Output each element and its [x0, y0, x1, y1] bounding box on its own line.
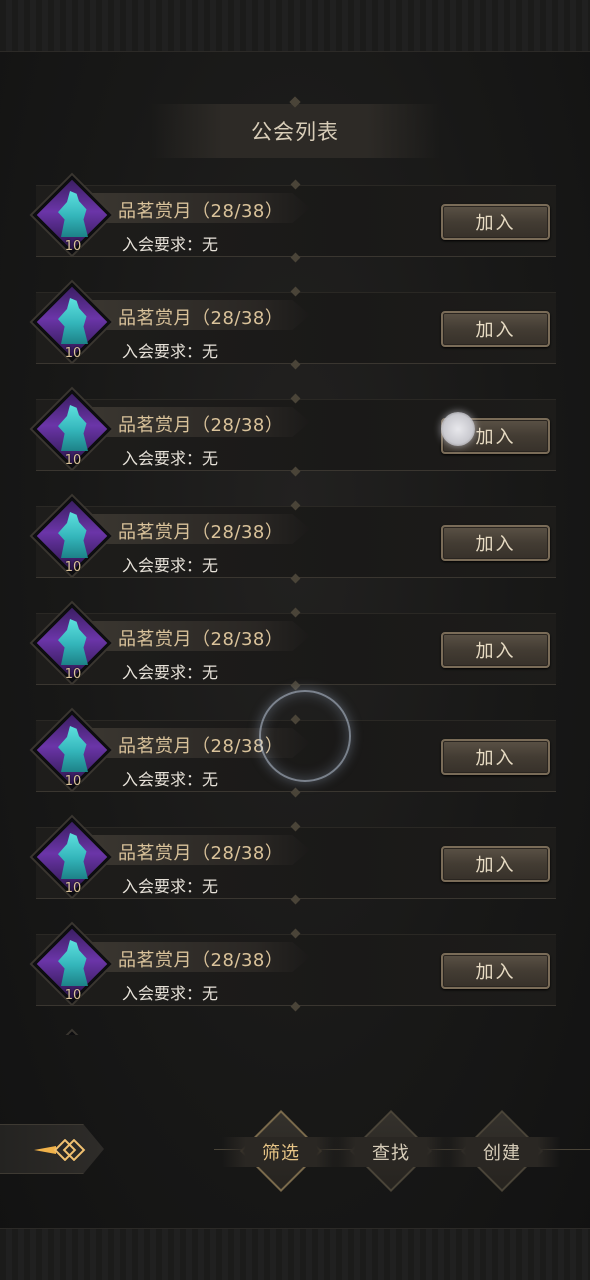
guild-name: 品茗赏月（28/38）: [118, 308, 284, 329]
guild-row: 10 品茗赏月（28/38） 入会要求：无 加入: [0, 496, 590, 611]
arrow-left-diamond-icon: [34, 1139, 86, 1161]
guild-level: 10: [64, 667, 82, 682]
touch-ripple-effect: [259, 690, 351, 782]
guild-level: 10: [64, 453, 82, 468]
filter-button-label: 筛选: [222, 1137, 340, 1167]
page-title: 公会列表: [251, 120, 339, 144]
search-button[interactable]: 查找: [332, 1109, 450, 1193]
title-banner: 公会列表: [150, 104, 440, 158]
guild-name: 品茗赏月（28/38）: [118, 629, 284, 650]
guild-row: 10 品茗赏月（28/38） 入会要求：无 加入: [0, 282, 590, 397]
join-button[interactable]: 加入: [441, 525, 550, 561]
guild-emblem: 10: [32, 496, 112, 576]
guild-requirement: 入会要求：无: [122, 342, 219, 361]
create-button-label: 创建: [443, 1137, 561, 1167]
guild-list[interactable]: 10 品茗赏月（28/38） 入会要求：无 加入 10 品茗赏月（28/38） 入会要求：无…: [0, 160, 590, 1035]
guild-emblem: 10: [32, 603, 112, 683]
guild-level: 10: [64, 988, 82, 1003]
guild-name: 品茗赏月（28/38）: [118, 950, 284, 971]
guild-requirement: 入会要求：无: [122, 984, 219, 1003]
top-ornament-border: [0, 0, 590, 52]
guild-name: 品茗赏月（28/38）: [118, 415, 284, 436]
join-button[interactable]: 加入: [441, 953, 550, 989]
guild-name: 品茗赏月（28/38）: [118, 201, 284, 222]
guild-emblem: 10: [32, 817, 112, 897]
guild-level: 10: [64, 560, 82, 575]
guild-requirement: 入会要求：无: [122, 877, 219, 896]
join-button[interactable]: 加入: [441, 632, 550, 668]
guild-row: 10 品茗赏月（28/38） 入会要求：无 加入: [0, 924, 590, 1035]
guild-level: 10: [64, 881, 82, 896]
guild-name: 品茗赏月（28/38）: [118, 843, 284, 864]
search-button-label: 查找: [332, 1137, 450, 1167]
join-button[interactable]: 加入: [441, 739, 550, 775]
guild-emblem: 10: [32, 710, 112, 790]
bottom-action-bar: 筛选 查找 创建: [0, 1108, 590, 1193]
guild-requirement: 入会要求：无: [122, 770, 219, 789]
guild-emblem: 10: [32, 924, 112, 1004]
guild-requirement: 入会要求：无: [122, 556, 219, 575]
guild-level: 10: [64, 774, 82, 789]
bottom-ornament-border: [0, 1228, 590, 1280]
guild-list-screen: 公会列表 10 品茗赏月（28/38） 入会要求：无 加入 10 品茗赏月（28/38）入…: [0, 0, 590, 1280]
guild-name: 品茗赏月（28/38）: [118, 522, 284, 543]
guild-level: 10: [64, 346, 82, 361]
guild-requirement: 入会要求：无: [122, 235, 219, 254]
guild-row: 10 品茗赏月（28/38） 入会要求：无 加入: [0, 175, 590, 290]
guild-emblem: 10: [32, 175, 112, 255]
filter-button[interactable]: 筛选: [222, 1109, 340, 1193]
touch-indicator: [441, 412, 475, 446]
join-button[interactable]: 加入: [441, 204, 550, 240]
guild-row: 10 品茗赏月（28/38） 入会要求：无 加入: [0, 817, 590, 932]
guild-emblem: 10: [32, 282, 112, 362]
guild-emblem: 10: [32, 389, 112, 469]
join-button[interactable]: 加入: [441, 846, 550, 882]
join-button[interactable]: 加入: [441, 311, 550, 347]
guild-row: 10品茗赏月（28/38）入会要求：无加入: [0, 389, 590, 504]
back-button[interactable]: [0, 1124, 104, 1174]
create-button[interactable]: 创建: [443, 1109, 561, 1193]
guild-level: 10: [64, 239, 82, 254]
guild-requirement: 入会要求：无: [122, 449, 219, 468]
guild-requirement: 入会要求：无: [122, 663, 219, 682]
